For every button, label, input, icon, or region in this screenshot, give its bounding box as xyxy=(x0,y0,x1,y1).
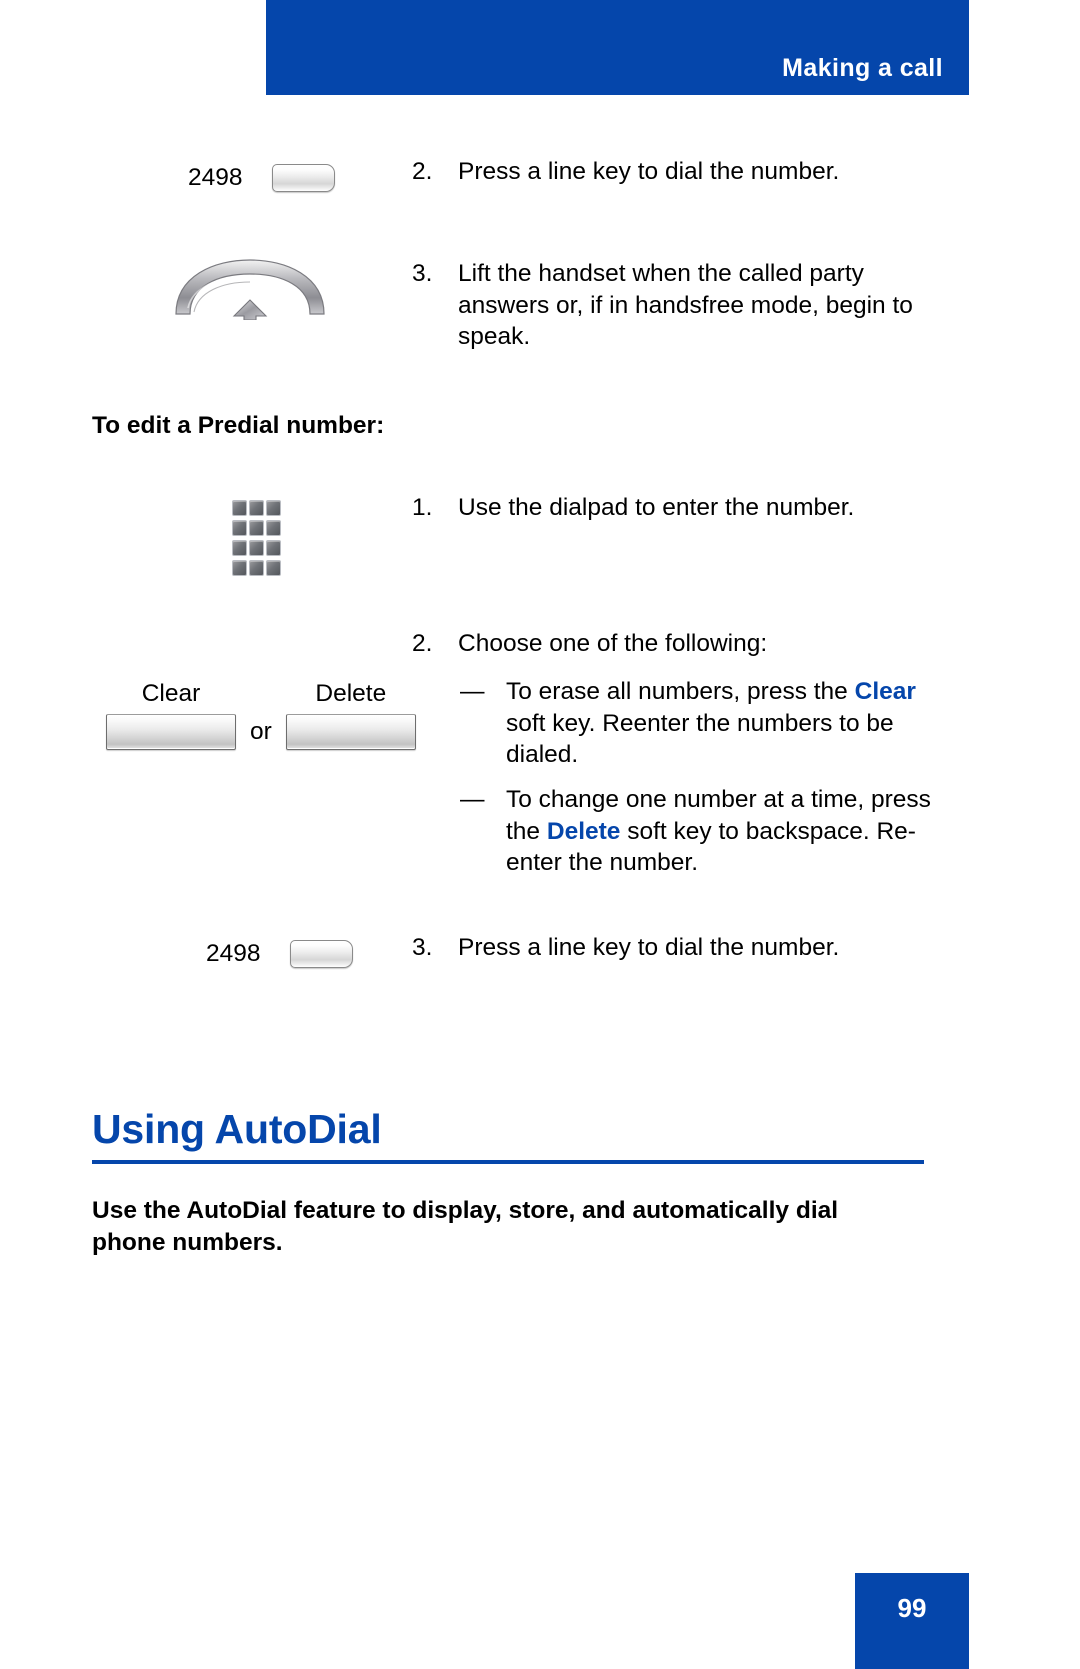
step-icon-cell xyxy=(92,258,412,321)
dialpad-key[interactable] xyxy=(249,520,264,536)
section-intro-paragraph: Use the AutoDial feature to display, sto… xyxy=(92,1197,839,1256)
step-2-top: 2. Press a line key to dial the number. xyxy=(412,156,942,188)
step-icon-cell: 2498 xyxy=(92,932,412,968)
step-text-cell: 2. Press a line key to dial the number. xyxy=(412,156,942,188)
step-text: Press a line key to dial the number. xyxy=(458,158,840,185)
dialpad-key[interactable] xyxy=(249,500,264,516)
step-text-cell: 3. Press a line key to dial the number. xyxy=(412,932,942,964)
bullet-text-suffix: soft key. Reenter the numbers to be dial… xyxy=(506,709,894,769)
step-number: 3. xyxy=(412,260,433,287)
bullet-dash: — xyxy=(460,786,485,813)
softkey-group: Clear or Delete xyxy=(106,680,416,750)
page-number-box: 99 xyxy=(855,1573,969,1669)
delete-softkey-label: Delete xyxy=(315,680,387,707)
step-1-edit: 1. Use the dialpad to enter the number. xyxy=(412,492,942,524)
dialpad-key[interactable] xyxy=(232,560,247,576)
clear-keyword: Clear xyxy=(854,678,916,705)
step-row-use-dialpad: 1. Use the dialpad to enter the number. xyxy=(92,492,942,576)
line-key-number-label: 2498 xyxy=(206,940,261,967)
document-page: Making a call 2498 2. Press a line key t… xyxy=(0,0,1080,1669)
step-text-cell: 1. Use the dialpad to enter the number. xyxy=(412,492,942,524)
dialpad-key[interactable] xyxy=(232,520,247,536)
section-heading-rule xyxy=(92,1160,924,1165)
step-text: Press a line key to dial the number. xyxy=(458,934,840,961)
step-2-edit: 2. Choose one of the following: xyxy=(412,628,942,660)
page-title: Making a call xyxy=(782,54,943,82)
dialpad-key[interactable] xyxy=(266,560,281,576)
page-number: 99 xyxy=(897,1593,927,1623)
step-text: Use the dialpad to enter the number. xyxy=(458,494,855,521)
section-heading-text: Using AutoDial xyxy=(92,1106,382,1152)
page-header-banner: Making a call xyxy=(266,0,969,95)
bullet-change-one-number: — To change one number at a time, press … xyxy=(460,784,936,879)
clear-softkey-group: Clear xyxy=(106,680,236,750)
step-row-choose-following: 2. Choose one of the following: xyxy=(92,628,942,660)
step-number: 3. xyxy=(412,934,433,961)
step-number: 2. xyxy=(412,630,433,657)
bullet-dash: — xyxy=(460,678,485,705)
step-icon-cell: 2498 xyxy=(92,156,412,192)
line-key-number-label: 2498 xyxy=(188,164,243,191)
step-icon-cell xyxy=(92,628,412,629)
dialpad-key[interactable] xyxy=(266,540,281,556)
step-text: Choose one of the following: xyxy=(458,630,768,657)
dialpad-key[interactable] xyxy=(249,540,264,556)
bullet-erase-all-numbers: — To erase all numbers, press the Clear … xyxy=(460,676,936,771)
step-text-cell: 2. Choose one of the following: xyxy=(412,628,942,660)
dialpad-key[interactable] xyxy=(249,560,264,576)
line-key-icon[interactable] xyxy=(289,940,353,968)
step-number: 2. xyxy=(412,158,433,185)
dialpad-icon[interactable] xyxy=(232,500,281,578)
step-row-press-line-key: 2498 2. Press a line key to dial the num… xyxy=(92,156,942,192)
clear-softkey-label: Clear xyxy=(141,680,201,707)
bullet-text-prefix: To erase all numbers, press the xyxy=(506,678,855,705)
step-row-lift-handset: 3. Lift the handset when the called part… xyxy=(92,258,942,353)
delete-softkey-button[interactable] xyxy=(285,714,416,750)
delete-softkey-group: Delete xyxy=(285,680,416,750)
bullet-text: To erase all numbers, press the Clear so… xyxy=(506,676,936,771)
or-separator-label: or xyxy=(250,718,272,745)
step-text: Lift the handset when the called party a… xyxy=(458,260,913,351)
delete-keyword: Delete xyxy=(546,817,621,845)
step-3-edit: 3. Press a line key to dial the number. xyxy=(412,932,942,964)
bullet-text: To change one number at a time, press th… xyxy=(506,784,936,879)
step-text-cell: 3. Lift the handset when the called part… xyxy=(412,258,942,353)
handset-icon xyxy=(170,258,330,321)
step-icon-cell xyxy=(92,492,412,576)
dialpad-key[interactable] xyxy=(232,500,247,516)
dialpad-key[interactable] xyxy=(232,540,247,556)
handset-icon-graphic xyxy=(175,259,325,321)
dialpad-key[interactable] xyxy=(266,500,281,516)
step-3-top: 3. Lift the handset when the called part… xyxy=(412,258,942,353)
line-key-icon[interactable] xyxy=(271,164,335,192)
dialpad-key[interactable] xyxy=(266,520,281,536)
step-number: 1. xyxy=(412,494,433,521)
subsection-heading: To edit a Predial number: xyxy=(92,412,385,439)
clear-softkey-button[interactable] xyxy=(106,714,236,750)
step-row-press-line-key-2: 2498 3. Press a line key to dial the num… xyxy=(92,932,942,968)
section-heading-using-autodial: Using AutoDial xyxy=(92,1106,924,1165)
